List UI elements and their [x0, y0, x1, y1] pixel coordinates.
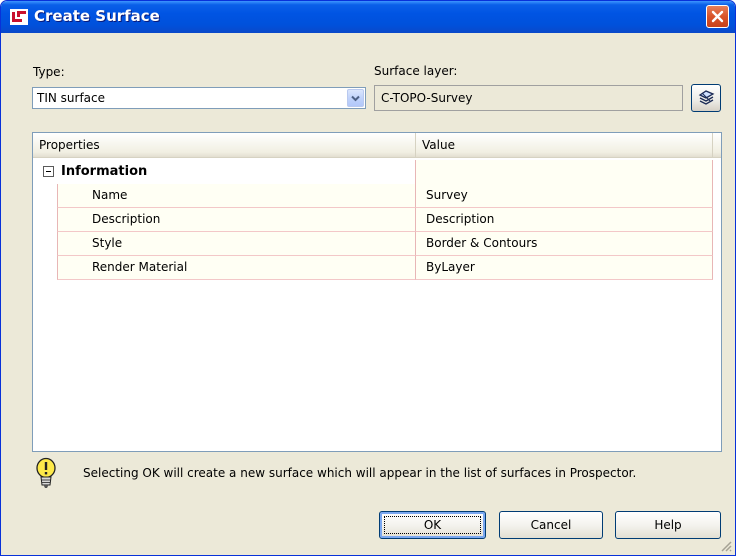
property-value[interactable]: Survey — [415, 184, 713, 208]
create-surface-dialog: Create Surface Type: TIN surface Surface… — [0, 0, 736, 556]
close-button[interactable] — [706, 5, 729, 28]
category-label: Information — [61, 164, 148, 179]
property-row[interactable]: Render Material ByLayer — [33, 256, 721, 280]
property-value[interactable]: Border & Contours — [415, 232, 713, 256]
focus-rectangle — [384, 516, 481, 534]
property-name: Name — [57, 184, 415, 208]
help-button[interactable]: Help — [615, 511, 721, 539]
category-value-cell — [415, 160, 713, 184]
property-row[interactable]: Name Survey — [33, 184, 721, 208]
category-row-information[interactable]: Information — [33, 160, 721, 184]
type-label: Type: — [33, 65, 65, 79]
property-value[interactable]: ByLayer — [415, 256, 713, 280]
layers-icon — [698, 90, 715, 105]
type-dropdown-button[interactable] — [347, 89, 364, 107]
properties-grid: Properties Value Information Name Survey… — [32, 132, 722, 452]
column-header-properties[interactable]: Properties — [33, 133, 416, 157]
civil3d-app-icon — [10, 9, 28, 25]
title-bar[interactable]: Create Surface — [1, 1, 735, 33]
surface-layer-label: Surface layer: — [374, 64, 458, 78]
type-selected-value: TIN surface — [37, 91, 106, 105]
resize-grip-icon[interactable] — [720, 540, 732, 552]
surface-layer-value: C-TOPO-Survey — [381, 91, 473, 105]
surface-layer-field: C-TOPO-Survey — [374, 85, 683, 111]
info-message: Selecting OK will create a new surface w… — [83, 466, 637, 480]
window-title: Create Surface — [34, 7, 160, 25]
cancel-button[interactable]: Cancel — [499, 511, 603, 539]
property-row[interactable]: Description Description — [33, 208, 721, 232]
lightbulb-icon — [36, 457, 56, 488]
property-name: Style — [57, 232, 415, 256]
chevron-down-icon — [351, 95, 360, 101]
type-dropdown[interactable]: TIN surface — [32, 87, 366, 109]
property-name: Description — [57, 208, 415, 232]
ok-button[interactable]: OK — [379, 511, 486, 539]
cancel-button-label: Cancel — [530, 518, 572, 532]
close-icon — [711, 10, 724, 23]
help-button-label: Help — [654, 518, 682, 532]
collapse-toggle[interactable] — [43, 166, 54, 177]
property-name: Render Material — [57, 256, 415, 280]
property-value[interactable]: Description — [415, 208, 713, 232]
surface-layer-button[interactable] — [691, 84, 721, 112]
property-row[interactable]: Style Border & Contours — [33, 232, 721, 256]
grid-header: Properties Value — [33, 133, 721, 158]
column-header-value[interactable]: Value — [416, 133, 713, 157]
